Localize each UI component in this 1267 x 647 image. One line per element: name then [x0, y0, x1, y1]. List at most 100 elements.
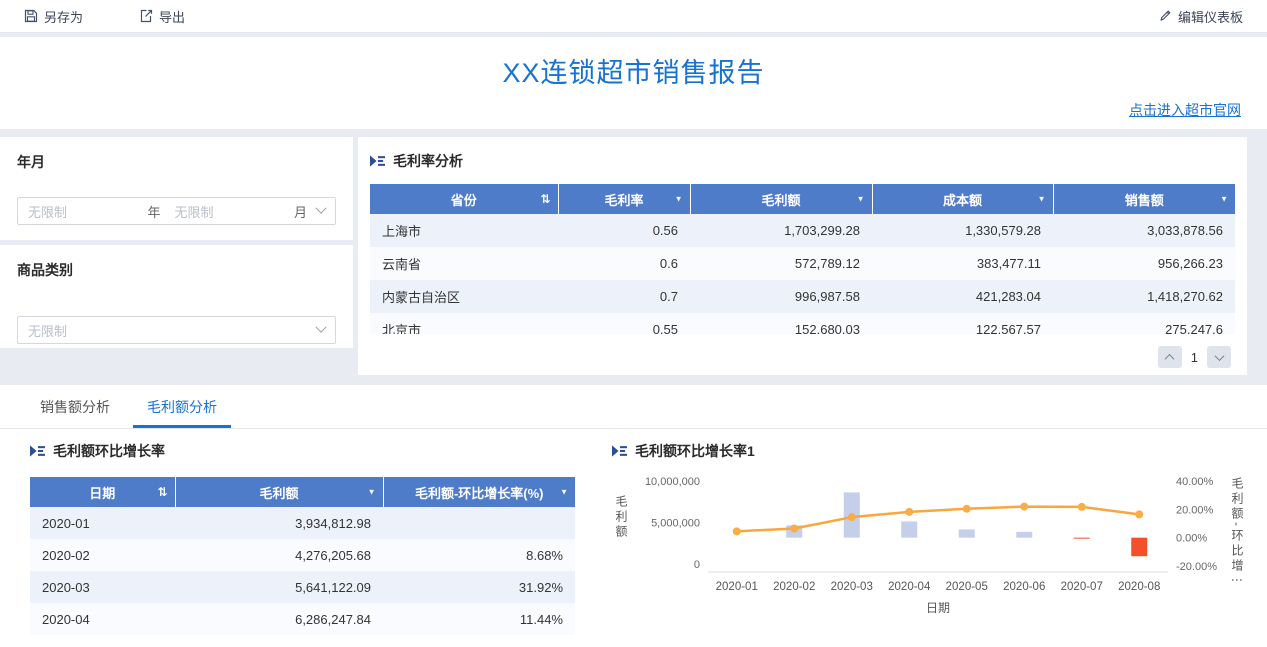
column-label: 毛利额 [761, 192, 801, 208]
export-button[interactable]: 导出 [139, 7, 185, 26]
svg-text:2020-06: 2020-06 [1003, 581, 1045, 593]
page-up-button[interactable] [1157, 346, 1182, 368]
cell: 0.56 [652, 223, 678, 238]
cell: 3,934,812.98 [295, 515, 371, 531]
category-value: 无限制 [28, 323, 68, 339]
page-down-button[interactable] [1207, 346, 1231, 368]
cell: 上海市 [382, 224, 422, 239]
table-row[interactable]: 2020-02 4,276,205.68 8.68% [30, 539, 575, 571]
column-header-province[interactable]: 省份 ⇅ [370, 184, 559, 214]
growth-table-section: 毛利额环比增长率 日期 ⇅ 毛利额 ▼ 毛利额-环比增长率(%) ▼ 2020-… [30, 441, 575, 635]
column-label: 毛利额 [259, 485, 299, 501]
tab-sales-analysis[interactable]: 销售额分析 [26, 385, 124, 428]
cell: 572,789.12 [794, 256, 860, 271]
svg-text:2020-03: 2020-03 [831, 581, 873, 593]
column-header-gross-profit[interactable]: 毛利额 ▼ [175, 477, 384, 507]
svg-text:2020-01: 2020-01 [716, 581, 758, 593]
filter-icon[interactable]: ▼ [1038, 195, 1046, 204]
growth-chart-section: 毛利额环比增长率1 毛利额 10,000,000 5,000,000 0 40.00%… [612, 441, 1260, 619]
table-row[interactable]: 上海市 0.56 1,703,299.28 1,330,579.28 3,033,878… [370, 214, 1235, 247]
export-icon [139, 9, 153, 23]
top-toolbar: 另存为 导出 编辑仪表板 [0, 0, 1267, 33]
table-row[interactable]: 北京市 0.55 152,680.03 122,567.57 275,247.6 [370, 313, 1235, 334]
cell: 2020-03 [42, 579, 90, 595]
cell: 152,680.03 [794, 322, 860, 334]
svg-text:10,000,000: 10,000,000 [645, 476, 700, 488]
column-label: 成本额 [942, 192, 982, 208]
column-label: 省份 [450, 192, 477, 208]
tab-profit-analysis[interactable]: 毛利额分析 [133, 385, 231, 428]
filter-icon[interactable]: ▼ [368, 488, 376, 497]
cell: 1,330,579.28 [965, 223, 1041, 238]
svg-text:40.00%: 40.00% [1176, 476, 1214, 488]
chart-section-title: 毛利额环比增长率1 [612, 441, 1260, 461]
save-as-button[interactable]: 另存为 [24, 7, 83, 26]
month-unit-label: 月 [293, 204, 307, 220]
column-label: 毛利额-环比增长率(%) [414, 485, 544, 501]
table-row[interactable]: 2020-03 5,641,122.09 31.92% [30, 571, 575, 603]
column-label: 日期 [89, 485, 116, 501]
section-title-text: 毛利额环比增长率1 [635, 443, 755, 459]
analysis-tabs-card: 销售额分析 毛利额分析 毛利额环比增长率 日期 ⇅ 毛利额 ▼ 毛利额-环比增长… [0, 385, 1267, 647]
cell: 6,286,247.84 [295, 611, 371, 627]
svg-text:2020-04: 2020-04 [888, 581, 931, 593]
gross-margin-section-title: 毛利率分析 [370, 151, 1235, 171]
filter-icon[interactable]: ▼ [560, 488, 568, 497]
tab-bar: 销售额分析 毛利额分析 [0, 385, 1267, 429]
filter-icon[interactable]: ▼ [675, 195, 683, 204]
section-chart-icon [612, 445, 627, 457]
official-site-link[interactable]: 点击进入超市官网 [1129, 100, 1241, 120]
cell: 383,477.11 [976, 256, 1041, 271]
year-unit-label: 年 [147, 204, 161, 220]
section-title-text: 毛利额环比增长率 [53, 443, 165, 459]
cell [383, 507, 575, 539]
table-row[interactable]: 云南省 0.6 572,789.12 383,477.11 956,266.23 [370, 247, 1235, 280]
edit-dashboard-label: 编辑仪表板 [1177, 9, 1243, 25]
section-title-text: 毛利率分析 [393, 153, 463, 169]
cell: 996,987.58 [794, 289, 860, 304]
column-header-gross-margin[interactable]: 毛利率 ▼ [558, 184, 691, 214]
save-as-label: 另存为 [44, 9, 84, 25]
pagination: 1 [1157, 346, 1231, 368]
svg-text:0.00%: 0.00% [1176, 533, 1207, 545]
combo-chart[interactable]: 10,000,000 5,000,000 0 40.00% 20.00% 0.00% -20… [628, 469, 1228, 619]
save-icon [24, 9, 38, 23]
page-down-icon [1214, 350, 1224, 361]
category-select[interactable]: 无限制 [17, 316, 336, 344]
sort-icon[interactable]: ⇅ [540, 192, 550, 206]
month-value: 无限制 [174, 204, 214, 220]
column-header-growth-rate[interactable]: 毛利额-环比增长率(%) ▼ [383, 477, 575, 507]
sort-icon[interactable]: ⇅ [157, 485, 167, 499]
table-row[interactable]: 内蒙古自治区 0.7 996,987.58 421,283.04 1,418,270.6… [370, 280, 1235, 313]
filter-icon[interactable]: ▼ [857, 195, 865, 204]
table-row[interactable]: 2020-04 6,286,247.84 11.44% [30, 603, 575, 635]
table-row[interactable]: 2020-01 3,934,812.98 [30, 507, 575, 539]
filter-icon[interactable]: ▼ [1220, 195, 1228, 204]
cell: 2020-02 [42, 547, 90, 563]
svg-text:2020-02: 2020-02 [773, 581, 815, 593]
cell: 122,567.57 [975, 322, 1041, 334]
gross-margin-analysis-card: 毛利率分析 省份 ⇅ 毛利率 ▼ 毛利额 ▼ 成本额 ▼ 销售额 ▼ 上海市 0… [358, 137, 1247, 375]
cell: 4,276,205.68 [295, 547, 371, 563]
svg-text:0: 0 [694, 559, 700, 571]
column-header-sales[interactable]: 销售额 ▼ [1053, 184, 1235, 214]
cell: 2020-01 [42, 515, 90, 531]
gross-margin-table: 省份 ⇅ 毛利率 ▼ 毛利额 ▼ 成本额 ▼ 销售额 ▼ 上海市 0.56 1,… [370, 184, 1235, 334]
page-number: 1 [1190, 349, 1198, 365]
column-header-gross-profit[interactable]: 毛利额 ▼ [690, 184, 873, 214]
category-filter-card: 商品类别 无限制 [0, 245, 353, 348]
category-filter-label: 商品类别 [17, 262, 73, 278]
cell: 0.6 [659, 256, 678, 271]
column-header-cost[interactable]: 成本额 ▼ [872, 184, 1054, 214]
edit-pencil-icon [1158, 9, 1172, 23]
chevron-down-icon [315, 202, 327, 214]
column-label: 毛利率 [604, 192, 644, 208]
cell: 421,283.04 [975, 289, 1041, 304]
edit-dashboard-button[interactable]: 编辑仪表板 [1158, 7, 1243, 26]
year-month-filter-card: 年 月 无限制 年 无限制 月 [0, 137, 353, 240]
column-header-date[interactable]: 日期 ⇅ [30, 477, 176, 507]
year-month-select[interactable]: 无限制 年 无限制 月 [17, 197, 336, 225]
cell: 5,641,122.09 [295, 579, 371, 595]
cell: 956,266.23 [1157, 256, 1223, 271]
left-axis-title: 毛利额 [614, 495, 628, 540]
